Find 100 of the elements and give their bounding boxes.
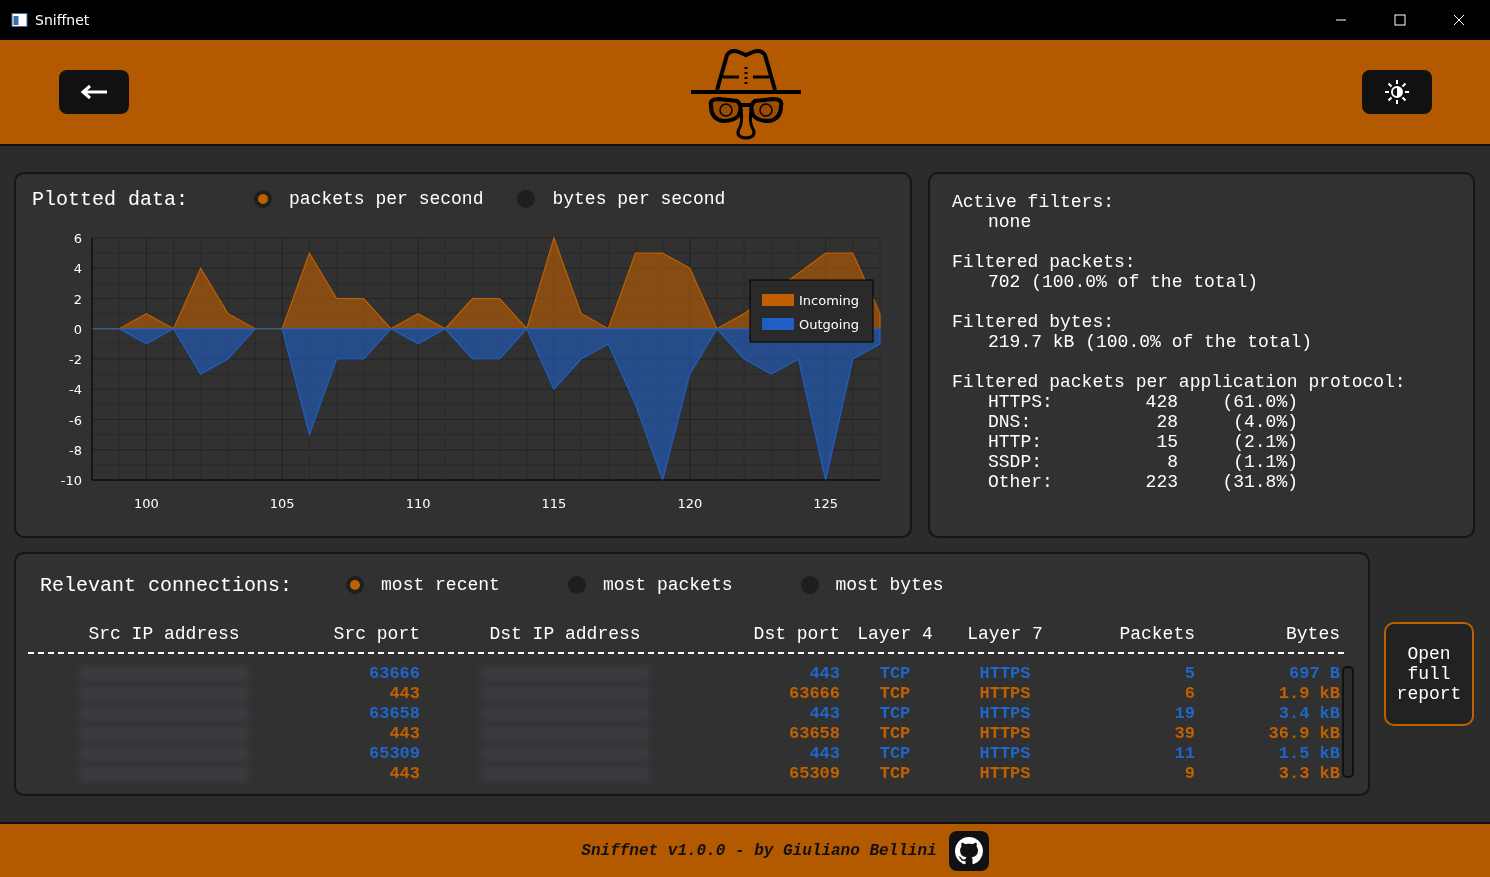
table-cell-text: HTTPS [978,764,1032,785]
table-cell-text: 443 [808,664,840,685]
stat-label: Filtered packets: [952,252,1137,272]
protocol-name: HTTPS: [988,392,1054,412]
x-tick-label: 110 [405,496,431,511]
table-cell-text: 9 [1183,764,1195,785]
table-cell-text: 63666 [788,684,840,705]
y-tick-label: -6 [69,412,82,428]
y-tick-label: -4 [69,382,82,398]
table-cell-text: 443 [808,744,840,765]
column-header: Layer 7 [966,624,1044,644]
x-tick-label: 100 [133,496,159,511]
table-cell-text: 63658 [788,724,840,745]
theme-button[interactable] [1362,70,1432,114]
table-cell-text: 11 [1173,744,1195,765]
stat-label: Active filters: [952,192,1116,212]
protocol-share: (4.0%) [1232,412,1298,432]
github-icon [954,836,983,865]
protocol-count: 223 [1144,472,1178,492]
radio-option[interactable]: bytes per second [517,189,726,209]
protocol-count: 8 [1166,452,1178,472]
panel-title: Relevant connections: [40,573,293,597]
table-cell-text: HTTPS [978,704,1032,725]
column-header: Dst IP address [488,624,642,644]
column-header: Src port [332,624,420,644]
table-cell-text: 3.3 kB [1277,764,1340,785]
y-tick-label: -8 [69,442,82,458]
table-cell-text: TCP [878,684,912,705]
column-header: Src IP address [87,624,241,644]
table-cell-text: 6 [1183,684,1195,705]
column-header: Bytes [1285,624,1340,644]
legend-label: Outgoing [799,317,859,332]
table-cell-text: 1.9 kB [1277,684,1340,705]
report-button[interactable]: Open full report [1384,622,1474,726]
window-title: Sniffnet [35,12,90,28]
table-cell-text: HTTPS [978,724,1032,745]
protocol-share: (2.1%) [1232,432,1298,452]
table-cell-text: 65309 [788,764,840,785]
table-cell-text: TCP [878,764,912,785]
radio-option[interactable]: most recent [346,575,500,595]
protocol-count: 28 [1155,412,1178,432]
close-icon[interactable] [1453,14,1465,26]
github-button[interactable] [948,830,989,871]
stat-label: Filtered packets per application protocol: [952,372,1407,392]
scrollbar[interactable] [1342,666,1354,778]
stat-value: 219.7 kB (100.0% of the total) [987,332,1314,352]
panel-title: Plotted data: [32,187,189,211]
x-tick-label: 115 [541,496,567,511]
column-header: Layer 4 [856,624,934,644]
table-cell-text: 63666 [368,664,420,685]
table-cell-text: 443 [808,704,840,725]
table-cell-text: HTTPS [978,664,1032,685]
radio-option[interactable]: most bytes [800,575,944,595]
column-header: Dst port [752,624,840,644]
column-header: Packets [1118,624,1195,644]
stat-label: Filtered bytes: [952,312,1116,332]
table-cell-text: 5 [1183,664,1195,685]
radio-option[interactable]: packets per second [254,189,484,209]
table-cell-text: 63658 [368,704,420,725]
table-cell-text: TCP [878,724,912,745]
sun-icon [1384,79,1410,105]
protocol-name: Other: [988,472,1054,492]
protocol-count: 428 [1144,392,1178,412]
x-tick-label: 105 [269,496,295,511]
table-cell-text: 19 [1173,704,1195,725]
table-cell-text: 697 B [1288,664,1340,685]
table-cell-text: 39 [1173,724,1195,745]
table-cell-text: TCP [878,744,912,765]
stat-value: 702 (100.0% of the total) [987,272,1260,292]
protocol-count: 15 [1155,432,1178,452]
legend-label: Incoming [799,293,859,308]
stat-value: none [987,212,1033,232]
protocol-share: (1.1%) [1232,452,1298,472]
back-arrow-icon [80,84,108,100]
protocol-name: HTTP: [988,432,1043,452]
x-tick-label: 125 [813,496,839,511]
table-cell-text: 443 [388,684,420,705]
table-cell-text: TCP [878,704,912,725]
table-cell-text: HTTPS [978,744,1032,765]
protocol-share: (61.0%) [1221,392,1298,412]
back-button[interactable] [59,70,129,114]
protocol-share: (31.8%) [1221,472,1298,492]
y-tick-label: 0 [73,321,82,337]
radio-option[interactable]: most packets [567,575,733,595]
y-tick-label: -10 [60,473,82,488]
table-cell-text: 443 [388,764,420,785]
table-cell-text: TCP [878,664,912,685]
table-cell-text: 443 [388,724,420,745]
y-tick-label: -2 [69,352,82,367]
protocol-name: SSDP: [988,452,1043,472]
table-cell-text: HTTPS [978,684,1032,705]
table-cell-text: 1.5 kB [1277,744,1340,765]
footer-text: Sniffnet v1.0.0 - by Giuliano Bellini [581,841,937,860]
maximize-icon[interactable] [1394,14,1406,26]
protocol-name: DNS: [988,412,1033,432]
table-cell-text: 3.4 kB [1277,704,1340,725]
table-cell-text: 65309 [368,744,420,765]
table-cell-text: 36.9 kB [1267,724,1340,745]
y-tick-label: 2 [73,291,82,307]
y-tick-label: 4 [73,261,82,277]
